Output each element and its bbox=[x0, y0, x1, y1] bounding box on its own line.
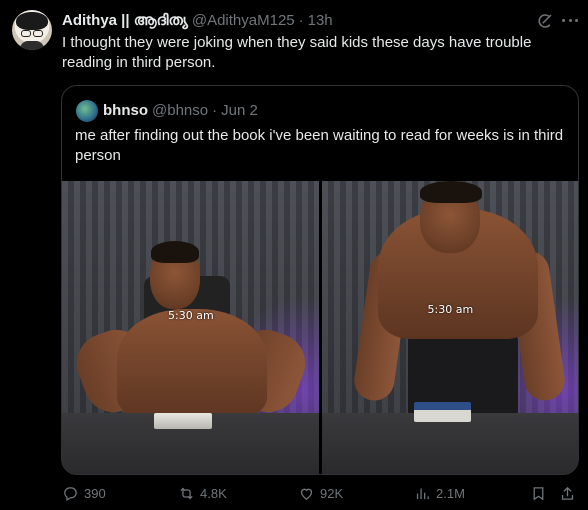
repost-count: 4.8K bbox=[200, 485, 227, 501]
quoted-author-name[interactable]: bhnso bbox=[103, 102, 148, 119]
views-icon bbox=[416, 488, 429, 499]
author-name[interactable]: Adithya || ആദിത്യ bbox=[62, 12, 188, 29]
like-button[interactable]: 92K bbox=[298, 484, 343, 502]
bookmark-button[interactable] bbox=[530, 484, 547, 502]
quoted-author-avatar[interactable] bbox=[76, 100, 98, 122]
tweet-header: Adithya || ആദിത്യ @AdithyaM125 · 13h bbox=[62, 11, 333, 29]
repost-button[interactable]: 4.8K bbox=[178, 484, 227, 502]
more-icon[interactable] bbox=[562, 19, 578, 23]
timestamp-overlay: 5:30 am bbox=[427, 303, 474, 316]
quoted-tweet-header: bhnso @bhnso · Jun 2 bbox=[103, 101, 258, 119]
tweet-actions: 390 4.8K 92K 2.1M bbox=[62, 484, 582, 502]
author-handle[interactable]: @AdithyaM125 bbox=[192, 12, 295, 29]
book bbox=[413, 402, 471, 422]
separator-dot: · bbox=[298, 11, 304, 29]
reply-icon bbox=[64, 486, 77, 501]
reply-button[interactable]: 390 bbox=[62, 484, 106, 502]
views-count: 2.1M bbox=[436, 485, 465, 501]
media-image-left[interactable]: 5:30 am bbox=[62, 181, 319, 474]
media-image-right[interactable]: 5:30 am bbox=[321, 181, 578, 474]
like-count: 92K bbox=[320, 485, 344, 501]
repost-icon bbox=[180, 487, 193, 499]
book bbox=[154, 413, 212, 429]
quoted-tweet-time[interactable]: Jun 2 bbox=[221, 102, 258, 119]
quoted-media[interactable]: 5:30 am 5:30 am bbox=[62, 181, 578, 474]
share-icon bbox=[561, 486, 574, 500]
grok-icon[interactable] bbox=[536, 12, 554, 30]
author-avatar[interactable] bbox=[12, 10, 52, 50]
bookmark-icon bbox=[533, 486, 544, 500]
quoted-author-handle[interactable]: @bhnso bbox=[152, 102, 208, 119]
timestamp-overlay: 5:30 am bbox=[168, 309, 214, 322]
quoted-tweet[interactable]: bhnso @bhnso · Jun 2 me after finding ou… bbox=[61, 85, 579, 475]
share-button[interactable] bbox=[559, 484, 576, 502]
like-icon bbox=[300, 488, 313, 500]
tweet-text: I thought they were joking when they sai… bbox=[62, 34, 532, 71]
tweet-time[interactable]: 13h bbox=[308, 12, 333, 29]
views-button[interactable]: 2.1M bbox=[414, 484, 465, 502]
reply-count: 390 bbox=[84, 485, 106, 501]
separator-dot: · bbox=[212, 101, 218, 119]
quoted-tweet-text: me after finding out the book i've been … bbox=[75, 127, 564, 164]
